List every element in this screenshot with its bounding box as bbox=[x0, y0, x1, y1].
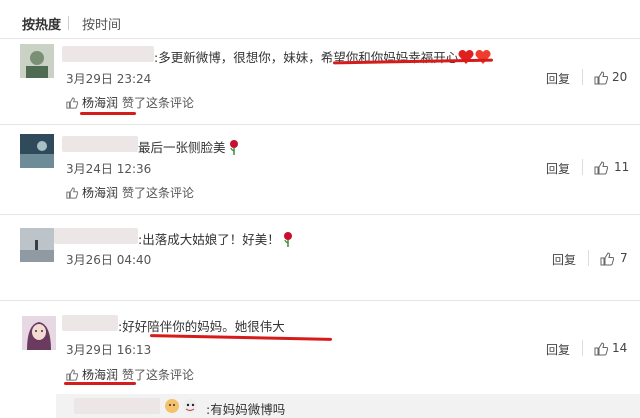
rose-emoji-icon bbox=[226, 139, 242, 158]
action-separator bbox=[582, 69, 583, 85]
like-count: 20 bbox=[612, 70, 628, 84]
divider bbox=[0, 214, 640, 215]
sub-reply-text: :有妈妈微博吗 bbox=[206, 402, 286, 417]
rose-emoji-icon bbox=[280, 231, 296, 250]
action-separator bbox=[588, 250, 589, 266]
cartoon-emoji-icon bbox=[164, 398, 204, 418]
username-blurred[interactable] bbox=[62, 315, 118, 331]
sub-reply: :有妈妈微博吗 bbox=[56, 394, 640, 418]
like-count: 11 bbox=[614, 160, 630, 174]
liked-by-line: 杨海润 赞了这条评论 bbox=[66, 184, 194, 201]
like-thumb-icon[interactable] bbox=[594, 70, 609, 85]
comment-text: 最后一张侧脸美 bbox=[138, 137, 242, 158]
red-underline-annotation bbox=[149, 334, 333, 341]
username-blurred[interactable] bbox=[54, 228, 138, 244]
like-thumb-icon[interactable] bbox=[594, 160, 609, 175]
liked-by-line: 杨海润 赞了这条评论 bbox=[66, 94, 194, 111]
sort-by-hot-tab[interactable]: 按热度 bbox=[22, 14, 61, 33]
comment-time: 3月26日 04:40 bbox=[66, 253, 152, 267]
liked-by-suffix: 赞了这条评论 bbox=[122, 186, 195, 200]
liked-by-user[interactable]: 杨海润 bbox=[82, 368, 118, 382]
liked-by-user[interactable]: 杨海润 bbox=[82, 186, 118, 200]
avatar[interactable] bbox=[20, 44, 54, 78]
liked-by-suffix: 赞了这条评论 bbox=[122, 96, 195, 110]
comment-time: 3月29日 16:13 bbox=[66, 343, 152, 357]
liked-by-user[interactable]: 杨海润 bbox=[82, 96, 118, 110]
sort-separator bbox=[68, 16, 69, 30]
sort-bar: 按热度 按时间 bbox=[0, 0, 640, 40]
divider bbox=[0, 300, 640, 301]
divider bbox=[0, 38, 640, 39]
like-count: 14 bbox=[612, 341, 628, 355]
liked-thumb-icon bbox=[66, 369, 79, 381]
red-underline-annotation bbox=[64, 382, 136, 385]
liked-thumb-icon bbox=[66, 97, 79, 109]
red-underline-annotation bbox=[80, 112, 136, 115]
reply-button[interactable]: 回复 bbox=[546, 341, 570, 358]
username-blurred[interactable] bbox=[62, 46, 154, 62]
comment-time: 3月29日 23:24 bbox=[66, 72, 152, 86]
reply-button[interactable]: 回复 bbox=[546, 70, 570, 87]
action-separator bbox=[582, 340, 583, 356]
like-count: 7 bbox=[620, 251, 628, 265]
avatar[interactable] bbox=[20, 134, 54, 168]
liked-by-line: 杨海润 赞了这条评论 bbox=[66, 366, 194, 383]
username-blurred[interactable] bbox=[62, 136, 138, 152]
reply-button[interactable]: 回复 bbox=[546, 160, 570, 177]
liked-by-suffix: 赞了这条评论 bbox=[122, 368, 195, 382]
comment-time: 3月24日 12:36 bbox=[66, 162, 152, 176]
username-blurred[interactable] bbox=[74, 398, 160, 414]
avatar[interactable] bbox=[22, 316, 56, 350]
like-thumb-icon[interactable] bbox=[600, 251, 615, 266]
comment-text: :好好陪伴你的妈妈。她很伟大 bbox=[118, 319, 285, 334]
divider bbox=[0, 124, 640, 125]
comment-text: :出落成大姑娘了！好美！ bbox=[138, 229, 296, 250]
comment-text: :多更新微博，很想你，妹妹，希望你和你妈妈幸福开心 bbox=[154, 47, 492, 68]
sort-by-time-tab[interactable]: 按时间 bbox=[82, 14, 121, 33]
action-separator bbox=[582, 159, 583, 175]
liked-thumb-icon bbox=[66, 187, 79, 199]
reply-button[interactable]: 回复 bbox=[552, 251, 576, 268]
like-thumb-icon[interactable] bbox=[594, 341, 609, 356]
avatar[interactable] bbox=[20, 228, 54, 262]
